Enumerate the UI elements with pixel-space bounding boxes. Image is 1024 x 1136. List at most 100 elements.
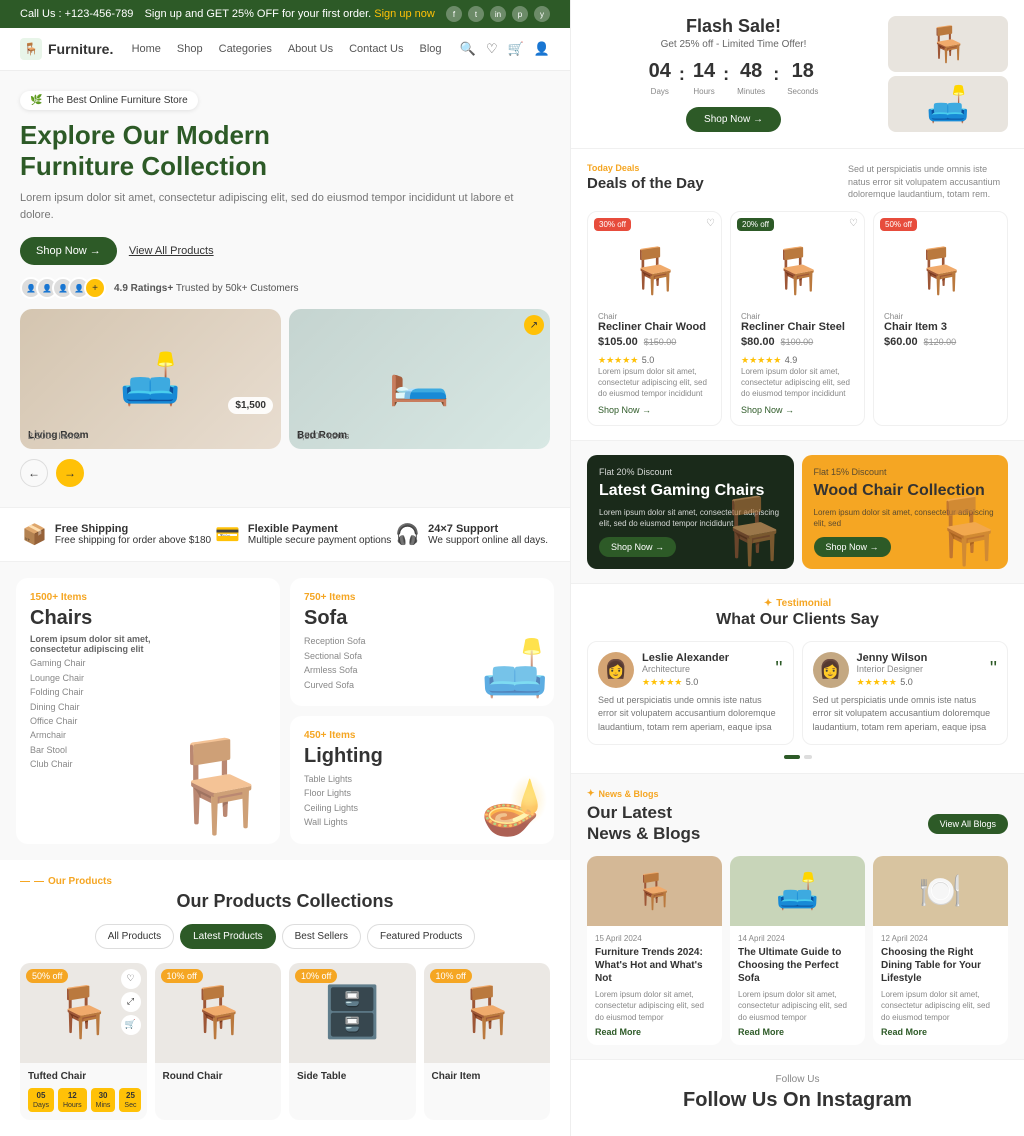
tab-latest-products[interactable]: Latest Products bbox=[180, 924, 275, 949]
testimonial-2: 👩 Jenny Wilson Interior Designer ★★★★★ 5… bbox=[802, 641, 1009, 746]
sofa-image: 🛋️ bbox=[481, 636, 549, 701]
nav-shop[interactable]: Shop bbox=[177, 43, 203, 55]
twitter-icon[interactable]: t bbox=[468, 6, 484, 22]
tab-best-sellers[interactable]: Best Sellers bbox=[282, 924, 361, 949]
deal-btn-2[interactable]: Shop Now → bbox=[741, 405, 854, 415]
deal-name-1: Recliner Chair Wood bbox=[598, 321, 711, 333]
news-read-more-2[interactable]: Read More bbox=[738, 1027, 857, 1037]
prev-arrow[interactable]: ← bbox=[20, 459, 48, 487]
chairs-category: 1500+ Items Chairs Lorem ipsum dolor sit… bbox=[16, 578, 280, 843]
deal-cat-1: Chair bbox=[598, 312, 711, 321]
shipping-icon: 📦 bbox=[22, 522, 47, 547]
chairs-image: 🪑 bbox=[163, 734, 275, 839]
tab-all-products[interactable]: All Products bbox=[95, 924, 174, 949]
nav-about[interactable]: About Us bbox=[288, 43, 333, 55]
flash-sale-section: Flash Sale! Get 25% off - Limited Time O… bbox=[571, 0, 1024, 149]
product-badge-4: 10% off bbox=[430, 969, 472, 983]
flash-img-1: 🪑 bbox=[888, 16, 1008, 72]
testimonials-cards: 👩 Leslie Alexander Architecture ★★★★★ 5.… bbox=[587, 641, 1008, 746]
deal-prices-2: $80.00 $100.00 bbox=[741, 336, 854, 348]
news-excerpt-3: Lorem ipsum dolor sit amet, consectetur … bbox=[881, 989, 1000, 1023]
deals-grid: 30% off ♡ 🪑 Chair Recliner Chair Wood $1… bbox=[587, 211, 1008, 427]
deals-section: Today Deals Deals of the Day Sed ut pers… bbox=[571, 149, 1024, 441]
lighting-count: 450+ Items bbox=[304, 730, 540, 741]
news-excerpt-2: Lorem ipsum dolor sit amet, consectetur … bbox=[738, 989, 857, 1023]
instagram-section: Follow Us Follow Us On Instagram bbox=[571, 1060, 1024, 1126]
user-icon[interactable]: 👤 bbox=[534, 41, 550, 57]
news-grid: 🪑 15 April 2024 Furniture Trends 2024: W… bbox=[587, 856, 1008, 1045]
dot-2[interactable] bbox=[804, 755, 812, 759]
categories-section: 1500+ Items Chairs Lorem ipsum dolor sit… bbox=[0, 562, 570, 859]
gaming-chairs-banner: Flat 20% Discount Latest Gaming Chairs L… bbox=[587, 455, 794, 569]
testimonials-label: ✦ Testimonial bbox=[587, 598, 1008, 609]
product-badge-2: 10% off bbox=[161, 969, 203, 983]
deal-wishlist-1[interactable]: ♡ bbox=[706, 218, 715, 229]
news-read-more-3[interactable]: Read More bbox=[881, 1027, 1000, 1037]
living-room-items: 2,500+ Items bbox=[28, 431, 80, 441]
gaming-disc-label: Flat 20% Discount bbox=[599, 467, 782, 477]
dot-1[interactable] bbox=[784, 755, 800, 759]
nav-blog[interactable]: Blog bbox=[420, 43, 442, 55]
products-title: Our Products Collections bbox=[20, 891, 550, 912]
nav-home[interactable]: Home bbox=[132, 43, 161, 55]
logo-text: Furniture. bbox=[48, 41, 113, 57]
gaming-shop-button[interactable]: Shop Now → bbox=[599, 537, 676, 557]
features-bar: 📦 Free Shipping Free shipping for order … bbox=[0, 507, 570, 562]
testimonial-1: 👩 Leslie Alexander Architecture ★★★★★ 5.… bbox=[587, 641, 794, 746]
wood-chair-image: 🪑 bbox=[927, 493, 1008, 569]
news-header: Our LatestNews & Blogs View All Blogs bbox=[587, 803, 1008, 844]
deals-description: Sed ut perspiciatis unde omnis iste natu… bbox=[848, 163, 1008, 201]
news-article-title-1: Furniture Trends 2024: What's Hot and Wh… bbox=[595, 946, 714, 985]
cart-btn-1[interactable]: 🛒 bbox=[121, 1015, 141, 1035]
expand-btn-1[interactable]: ⤢ bbox=[121, 992, 141, 1012]
news-article-1: 🪑 15 April 2024 Furniture Trends 2024: W… bbox=[587, 856, 722, 1045]
chairs-name: Chairs bbox=[30, 607, 266, 630]
sofa-count: 750+ Items bbox=[304, 592, 540, 603]
news-read-more-1[interactable]: Read More bbox=[595, 1027, 714, 1037]
expand-icon[interactable]: ↗ bbox=[524, 315, 544, 335]
nav-contact[interactable]: Contact Us bbox=[349, 43, 403, 55]
cart-icon[interactable]: 🛒 bbox=[508, 41, 524, 57]
youtube-icon[interactable]: y bbox=[534, 6, 550, 22]
product-name-1: Tufted Chair bbox=[28, 1071, 139, 1082]
tab-featured-products[interactable]: Featured Products bbox=[367, 924, 475, 949]
product-timer-1: 05Days 12Hours 30Mins 25Sec bbox=[28, 1088, 139, 1112]
wishlist-btn-1[interactable]: ♡ bbox=[121, 969, 141, 989]
search-icon[interactable]: 🔍 bbox=[460, 41, 476, 57]
wood-shop-button[interactable]: Shop Now → bbox=[814, 537, 891, 557]
signup-link[interactable]: Sign up now bbox=[374, 8, 435, 20]
shop-now-button[interactable]: Shop Now → bbox=[20, 237, 117, 265]
top-bar: Call Us : +123-456-789 Sign up and GET 2… bbox=[0, 0, 570, 28]
feature-shipping: 📦 Free Shipping Free shipping for order … bbox=[22, 522, 211, 547]
view-all-link[interactable]: View All Products bbox=[129, 245, 214, 257]
feature-payment: 💳 Flexible Payment Multiple secure payme… bbox=[215, 522, 391, 547]
pinterest-icon[interactable]: p bbox=[512, 6, 528, 22]
instagram-label: Follow Us bbox=[587, 1074, 1008, 1085]
news-img-2: 🛋️ bbox=[730, 856, 865, 926]
deal-wishlist-2[interactable]: ♡ bbox=[849, 218, 858, 229]
deal-stars-2: ★★★★★ 4.9 bbox=[741, 352, 854, 366]
deal-desc-1: Lorem ipsum dolor sit amet, consectetur … bbox=[598, 366, 711, 400]
view-all-blogs-button[interactable]: View All Blogs bbox=[928, 814, 1008, 834]
bedroom-image: 🛏️ Bed Room 1,500+ Items ↗ bbox=[289, 309, 550, 449]
product-name-3: Side Table bbox=[297, 1071, 408, 1082]
navbar: 🪑 Furniture. Home Shop Categories About … bbox=[0, 28, 570, 71]
flash-shop-button[interactable]: Shop Now → bbox=[686, 107, 781, 132]
instagram-title: Follow Us On Instagram bbox=[587, 1089, 1008, 1112]
timer-hours: 12Hours bbox=[58, 1088, 87, 1112]
news-article-title-2: The Ultimate Guide to Choosing the Perfe… bbox=[738, 946, 857, 985]
deal-img-1: 🪑 bbox=[598, 236, 711, 306]
next-arrow[interactable]: → bbox=[56, 459, 84, 487]
hero-badge: 🌿 The Best Online Furniture Store bbox=[20, 91, 198, 110]
wishlist-icon[interactable]: ♡ bbox=[486, 41, 498, 57]
deal-badge-1: 30% off bbox=[594, 218, 631, 231]
testimonial-avatar-2: 👩 bbox=[813, 652, 849, 688]
product-name-2: Round Chair bbox=[163, 1071, 274, 1082]
deal-btn-1[interactable]: Shop Now → bbox=[598, 405, 711, 415]
instagram-icon[interactable]: in bbox=[490, 6, 506, 22]
facebook-icon[interactable]: f bbox=[446, 6, 462, 22]
wood-disc-label: Flat 15% Discount bbox=[814, 467, 997, 477]
lighting-category: 450+ Items Lighting Table LightsFloor Li… bbox=[290, 716, 554, 844]
nav-categories[interactable]: Categories bbox=[219, 43, 272, 55]
hero-images: 🛋️ $1,500 Living Room 2,500+ Items 🛏️ Be… bbox=[20, 309, 550, 449]
